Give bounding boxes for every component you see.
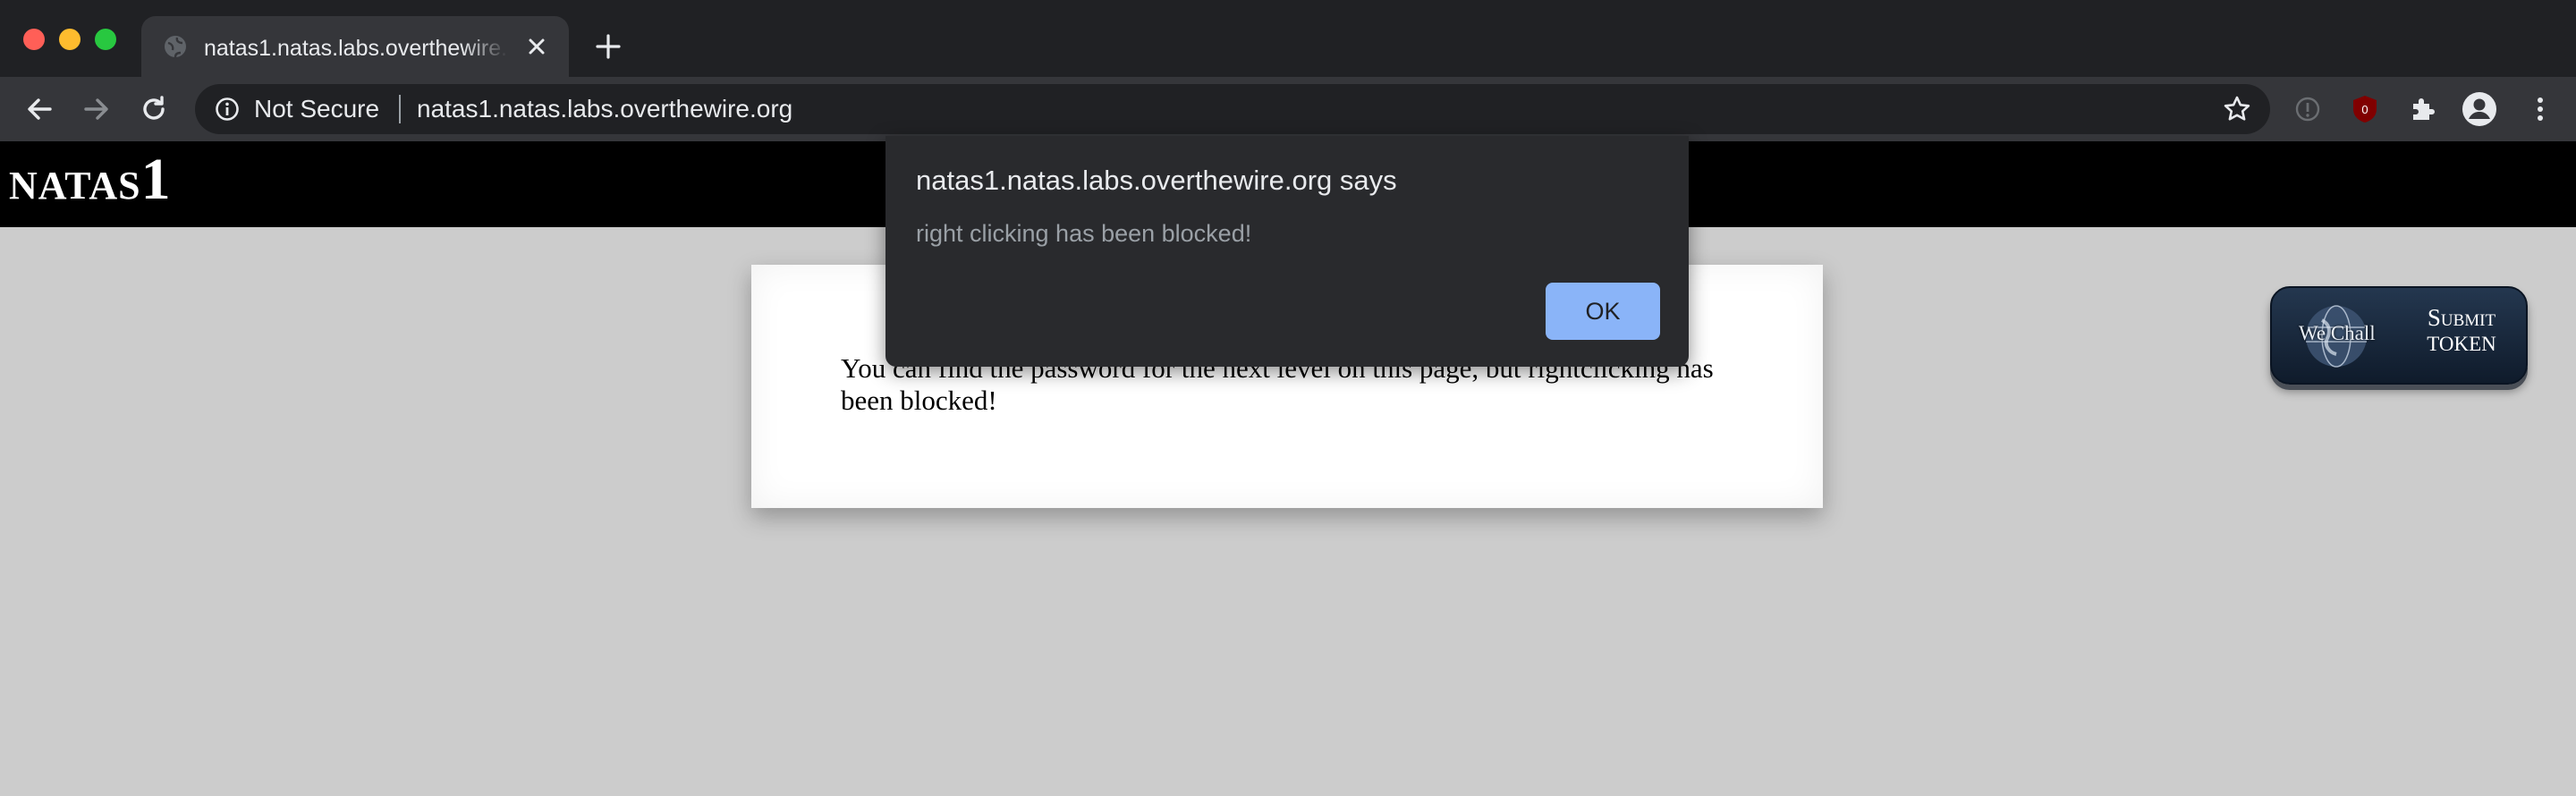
svg-text:0: 0 <box>2361 103 2368 116</box>
alert-message: right clicking has been blocked! <box>916 220 1252 247</box>
url-text[interactable]: natas1.natas.labs.overthewire.org <box>417 95 792 123</box>
alert-title: natas1.natas.labs.overthewire.org says <box>916 165 1397 196</box>
tab-title: natas1.natas.labs.overthewire.org <box>204 36 508 61</box>
submit-label: Submit <box>2427 304 2496 331</box>
forward-arrow-icon[interactable] <box>80 93 113 125</box>
security-label[interactable]: Not Secure <box>254 95 379 123</box>
ok-button[interactable]: OK <box>1546 283 1660 340</box>
site-logo: NATAS1 <box>9 150 171 209</box>
submit-token-label: Submit TOKEN <box>2406 304 2517 358</box>
info-icon[interactable] <box>215 97 240 122</box>
back-arrow-icon[interactable] <box>23 93 55 125</box>
more-menu-icon[interactable] <box>2524 93 2556 125</box>
alert-dialog: natas1.natas.labs.overthewire.org says r… <box>886 136 1689 367</box>
logo-prefix: NATAS <box>9 164 141 207</box>
token-label: TOKEN <box>2427 333 2496 355</box>
password-info-icon[interactable] <box>2292 93 2324 125</box>
new-tab-icon[interactable] <box>594 32 623 61</box>
close-window-button[interactable] <box>23 29 45 50</box>
browser-chrome: natas1.natas.labs.overthewire.org Not Se… <box>0 0 2576 141</box>
maximize-window-button[interactable] <box>95 29 116 50</box>
extensions-puzzle-icon[interactable] <box>2406 93 2438 125</box>
logo-number: 1 <box>140 147 171 212</box>
close-tab-icon[interactable] <box>524 34 549 59</box>
address-bar[interactable]: Not Secure natas1.natas.labs.overthewire… <box>195 84 2270 134</box>
address-separator <box>399 95 401 123</box>
globe-icon <box>165 36 186 58</box>
browser-toolbar: Not Secure natas1.natas.labs.overthewire… <box>0 77 2576 141</box>
wechall-submit-token-button[interactable]: We Chall Submit TOKEN <box>2270 286 2528 385</box>
wechall-badge-text: We Chall <box>2299 322 2376 344</box>
profile-avatar-icon[interactable] <box>2462 91 2497 127</box>
ublock-shield-icon[interactable]: 0 <box>2349 93 2381 125</box>
bookmark-star-icon[interactable] <box>2222 94 2252 124</box>
minimize-window-button[interactable] <box>59 29 80 50</box>
reload-icon[interactable] <box>138 93 170 125</box>
tab-strip: natas1.natas.labs.overthewire.org <box>0 0 2576 77</box>
browser-tab[interactable]: natas1.natas.labs.overthewire.org <box>141 16 569 77</box>
